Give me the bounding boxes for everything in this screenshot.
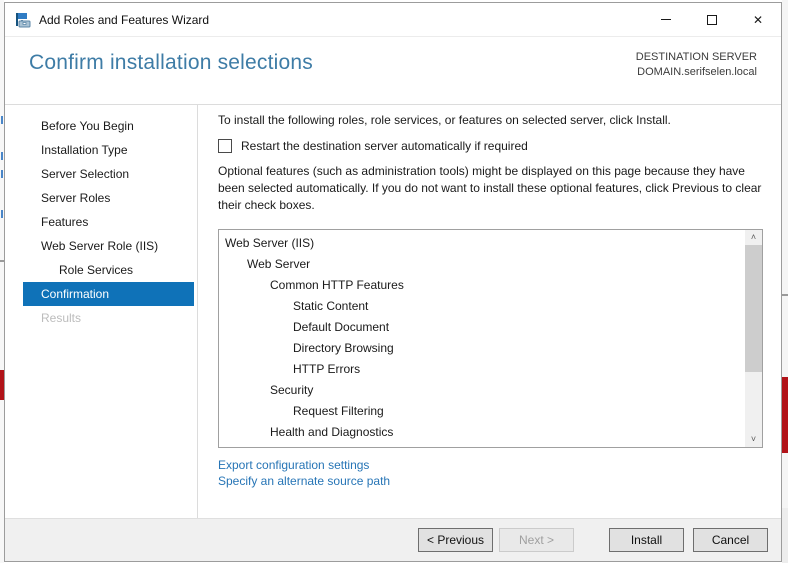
sidebar-separator [197,104,198,518]
close-button[interactable]: ✕ [735,3,781,36]
restart-checkbox-label[interactable]: Restart the destination server automatic… [241,138,528,154]
tree-item-health-and-diagnostics: Health and Diagnostics [270,425,394,439]
page-title: Confirm installation selections [29,51,313,74]
edge-artifact-tick [1,210,3,218]
destination-server-label: DESTINATION SERVER [635,51,757,63]
wizard-window: Add Roles and Features Wizard ✕ Confirm … [4,2,782,562]
edge-artifact-tick [1,152,3,160]
optional-features-note: Optional features (such as administratio… [218,164,762,212]
sidebar-item-server-roles[interactable]: Server Roles [23,186,194,210]
install-button[interactable]: Install [609,528,684,552]
tree-item-default-document: Default Document [293,320,390,334]
intro-text: To install the following roles, role ser… [218,113,671,127]
edge-artifact-tick [1,116,3,124]
next-button: Next > [499,528,574,552]
sidebar-item-role-services[interactable]: Role Services [23,258,194,282]
sidebar-item-web-server-role-iis[interactable]: Web Server Role (IIS) [23,234,194,258]
tree-item-http-errors: HTTP Errors [293,362,361,376]
button-bar: < Previous Next > Install Cancel [5,518,781,561]
tree-item-web-server-iis: Web Server (IIS) [225,236,315,250]
tree-item-web-server: Web Server [247,257,311,271]
alternate-source-path-link[interactable]: Specify an alternate source path [218,474,390,488]
header-separator [5,104,781,105]
sidebar-item-confirmation[interactable]: Confirmation [23,282,194,306]
sidebar-item-before-you-begin[interactable]: Before You Begin [23,114,194,138]
window-controls: ✕ [643,3,781,37]
tree-item-security: Security [270,383,314,397]
maximize-button[interactable] [689,3,735,36]
selection-tree: Web Server (IIS) Web Server Common HTTP … [219,230,762,447]
title-bar[interactable]: Add Roles and Features Wizard ✕ [5,3,781,37]
window-title: Add Roles and Features Wizard [39,13,210,27]
scroll-down-arrow-icon[interactable]: ˅ [745,432,762,447]
screen-edge-artifact-right [782,0,788,563]
previous-button[interactable]: < Previous [418,528,493,552]
wizard-app-icon [15,12,31,28]
export-configuration-link[interactable]: Export configuration settings [218,458,369,472]
listbox-scrollbar[interactable]: ˄ ˅ [745,230,762,447]
destination-server-name: DOMAIN.serifselen.local [637,66,757,78]
edge-artifact-red-bar [782,377,788,453]
wizard-steps-sidebar: Before You Begin Installation Type Serve… [5,114,197,330]
minimize-icon [661,19,671,20]
sidebar-item-server-selection[interactable]: Server Selection [23,162,194,186]
tree-item-http-logging: HTTP Logging [219,443,762,447]
scrollbar-thumb[interactable] [745,245,762,372]
tree-item-directory-browsing: Directory Browsing [293,341,394,355]
scroll-up-arrow-icon[interactable]: ˄ [745,230,762,245]
tree-item-static-content: Static Content [293,299,369,313]
cancel-button[interactable]: Cancel [693,528,768,552]
tree-item-request-filtering: Request Filtering [293,404,384,418]
selection-summary-listbox[interactable]: Web Server (IIS) Web Server Common HTTP … [218,229,763,448]
minimize-button[interactable] [643,3,689,36]
restart-checkbox[interactable] [218,139,232,153]
tree-item-common-http-features: Common HTTP Features [270,278,404,292]
maximize-icon [707,14,717,25]
sidebar-item-installation-type[interactable]: Installation Type [23,138,194,162]
sidebar-item-features[interactable]: Features [23,210,194,234]
edge-artifact-tick [782,294,788,296]
edge-artifact-footer-gray [782,508,788,563]
sidebar-item-results: Results [41,311,82,325]
edge-artifact-tick [1,170,3,178]
close-icon: ✕ [752,12,764,27]
destination-server-block: DESTINATION SERVER DOMAIN.serifselen.loc… [636,50,757,80]
